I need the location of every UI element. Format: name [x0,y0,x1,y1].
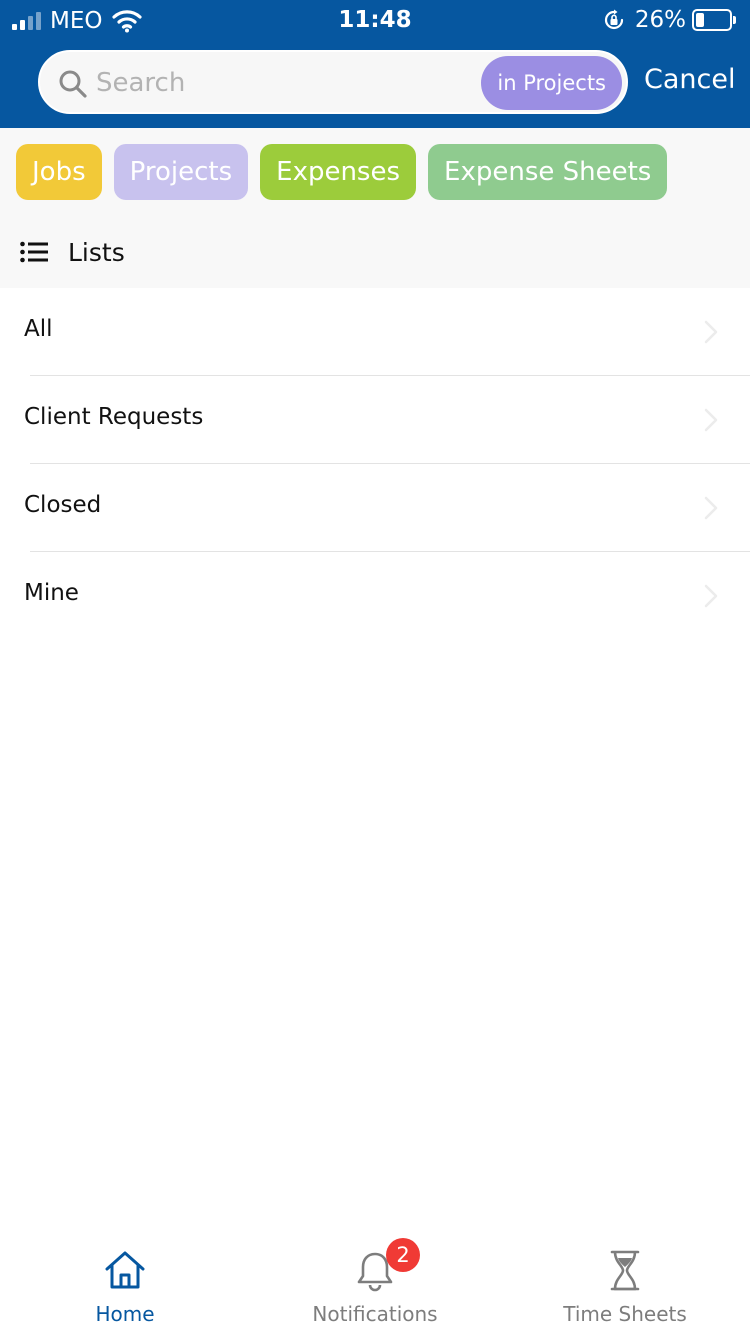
list-item-label: All [24,316,53,342]
list-item-closed[interactable]: Closed [0,464,750,552]
tab-label: Notifications [312,1302,438,1326]
filter-chips: Jobs Projects Expenses Expense Sheets [16,144,668,200]
hourglass-icon [610,1250,640,1291]
battery-percent: 26% [634,7,686,33]
status-bar: MEO 11:48 26% [0,0,750,40]
list-item-label: Closed [24,492,102,518]
lists-header: Lists [20,228,125,276]
list-item-all[interactable]: All [0,288,750,376]
cancel-button[interactable]: Cancel [644,64,735,95]
chevron-right-icon [704,408,718,432]
filter-chip-jobs[interactable]: Jobs [16,144,102,200]
filter-area: Jobs Projects Expenses Expense Sheets Li… [0,128,750,288]
search-row: in Projects Cancel [0,50,750,114]
rotation-lock-icon [604,9,623,30]
lists-list: All Client Requests Closed Mine [0,288,750,640]
tab-notifications[interactable]: 2 Notifications [250,1234,500,1334]
tab-label: Time Sheets [563,1302,687,1326]
tab-label: Home [95,1302,155,1326]
lists-title: Lists [68,237,125,267]
chevron-right-icon [704,584,718,608]
list-item-mine[interactable]: Mine [0,552,750,640]
search-icon [59,70,87,98]
battery-icon [692,9,736,31]
home-icon [105,1251,145,1289]
search-scope-button[interactable]: in Projects [481,56,622,110]
app-screen: MEO 11:48 26% Search in Projects Cancel … [0,0,750,1334]
list-item-label: Client Requests [24,404,204,430]
list-item-label: Mine [24,580,79,606]
tab-home[interactable]: Home [0,1234,250,1334]
tab-time-sheets[interactable]: Time Sheets [500,1234,750,1334]
filter-chip-projects[interactable]: Projects [113,144,249,200]
chevron-right-icon [704,320,718,344]
notification-badge: 2 [386,1238,420,1272]
filter-chip-expenses[interactable]: Expenses [260,144,417,200]
filter-chip-expense-sheets[interactable]: Expense Sheets [428,144,668,200]
status-right: 26% [603,7,736,33]
search-box[interactable]: in Projects [38,50,628,114]
chevron-right-icon [704,496,718,520]
search-input[interactable] [96,64,466,102]
tab-bar: Home 2 Notifications Time Sheets [0,1234,750,1334]
list-icon [20,241,48,263]
header: MEO 11:48 26% Search in Projects Cancel [0,0,750,128]
list-item-client-requests[interactable]: Client Requests [0,376,750,464]
